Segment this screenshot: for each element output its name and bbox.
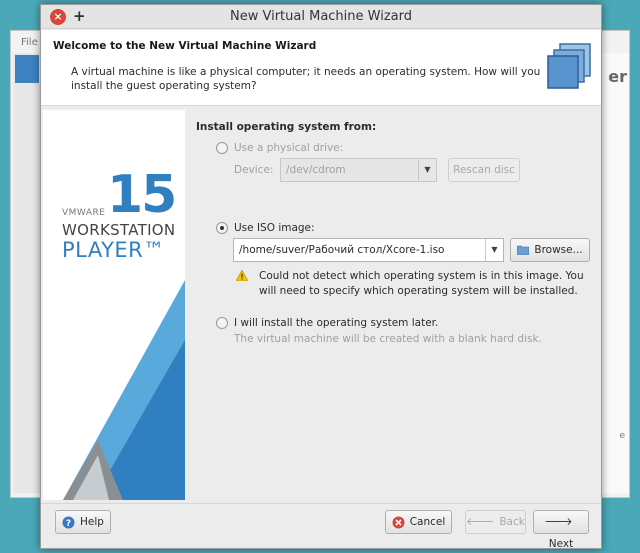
help-icon: ? bbox=[62, 516, 75, 529]
background-sidebar bbox=[13, 53, 41, 493]
iso-image-radio[interactable] bbox=[216, 222, 228, 234]
help-label: Help bbox=[80, 516, 104, 528]
help-button[interactable]: ? Help bbox=[55, 510, 111, 534]
chevron-down-icon: ▼ bbox=[418, 159, 436, 181]
install-options: Install operating system from: Use a phy… bbox=[196, 113, 596, 498]
browse-label: Browse... bbox=[534, 244, 583, 256]
window-title: New Virtual Machine Wizard bbox=[230, 9, 412, 24]
header-description: A virtual machine is like a physical com… bbox=[71, 66, 541, 92]
install-later-description: The virtual machine will be created with… bbox=[234, 333, 542, 345]
rescan-disc-button[interactable]: Rescan disc bbox=[448, 158, 520, 182]
warning-icon bbox=[236, 270, 248, 281]
virtual-machines-icon bbox=[547, 43, 591, 89]
iso-path-input[interactable]: /home/suver/Рабочий стол/Xcore-1.iso ▼ bbox=[233, 238, 504, 262]
iso-warning-text: Could not detect which operating system … bbox=[259, 270, 584, 297]
wizard-dialog: × + New Virtual Machine Wizard Welcome t… bbox=[40, 4, 602, 550]
svg-text:?: ? bbox=[66, 519, 71, 529]
arrow-right-icon: 🡒 bbox=[544, 516, 573, 528]
install-later-radio[interactable] bbox=[216, 317, 228, 329]
iso-image-label[interactable]: Use ISO image: bbox=[234, 222, 315, 234]
iso-path-value: /home/suver/Рабочий стол/Xcore-1.iso bbox=[239, 244, 445, 256]
background-vm-thumbnail[interactable] bbox=[15, 55, 39, 83]
product-banner: 15 VMWARE WORKSTATION PLAYER™ bbox=[43, 110, 185, 500]
version-number: 15 bbox=[107, 165, 177, 225]
physical-drive-label[interactable]: Use a physical drive: bbox=[234, 142, 343, 154]
device-select[interactable]: /dev/cdrom ▼ bbox=[280, 158, 437, 182]
chevron-down-icon[interactable]: ▼ bbox=[485, 239, 503, 261]
device-value: /dev/cdrom bbox=[286, 164, 346, 176]
physical-drive-radio[interactable] bbox=[216, 142, 228, 154]
install-heading: Install operating system from: bbox=[196, 121, 377, 133]
header-title: Welcome to the New Virtual Machine Wizar… bbox=[53, 40, 317, 52]
product-name-line2: PLAYER™ bbox=[62, 238, 165, 262]
title-bar[interactable]: × + New Virtual Machine Wizard bbox=[41, 5, 601, 29]
cancel-label: Cancel bbox=[409, 516, 446, 528]
background-right-panel bbox=[599, 53, 629, 493]
background-right-small-text: e bbox=[619, 431, 625, 441]
folder-icon bbox=[517, 245, 530, 255]
background-menu-file[interactable]: File bbox=[21, 37, 38, 48]
wizard-header: Welcome to the New Virtual Machine Wizar… bbox=[41, 30, 601, 106]
cancel-button[interactable]: Cancel bbox=[385, 510, 452, 534]
install-later-label[interactable]: I will install the operating system late… bbox=[234, 317, 438, 329]
background-right-text: er bbox=[608, 67, 627, 86]
cancel-icon bbox=[392, 516, 405, 528]
browse-button[interactable]: Browse... bbox=[510, 238, 590, 262]
back-label: Back bbox=[499, 516, 525, 528]
product-name-line1: WORKSTATION bbox=[62, 221, 176, 239]
back-button[interactable]: 🡐 Back bbox=[465, 510, 526, 534]
next-button[interactable]: 🡒 Next bbox=[533, 510, 589, 550]
device-label: Device: bbox=[234, 164, 274, 176]
brand-text: VMWARE bbox=[62, 208, 106, 218]
next-label: Next bbox=[548, 538, 574, 550]
arrow-left-icon: 🡐 bbox=[466, 516, 495, 528]
footer-divider bbox=[41, 503, 601, 504]
